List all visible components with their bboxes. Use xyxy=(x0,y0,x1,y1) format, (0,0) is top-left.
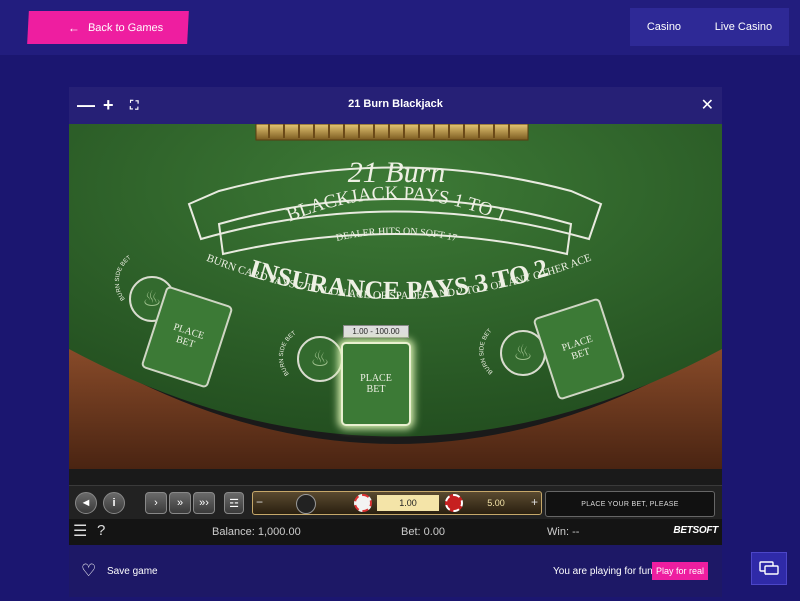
nav-link-casino[interactable]: Casino xyxy=(647,21,681,33)
speed-normal-button[interactable]: › xyxy=(145,492,167,514)
balance-display: Balance: 1,000.00 xyxy=(212,526,301,538)
menu-icon[interactable]: ☰ xyxy=(73,521,87,541)
chat-icon xyxy=(759,560,779,575)
game-title: 21 Burn Blackjack xyxy=(348,98,443,110)
speed-fast-button[interactable]: » xyxy=(169,492,191,514)
bet-label: Bet: xyxy=(401,526,421,538)
bet-limits-label: 1.00 - 100.00 xyxy=(343,325,409,338)
arrow-left-icon: ← xyxy=(67,20,81,35)
play-for-real-button[interactable]: Play for real xyxy=(652,562,708,580)
status-bar: ☰ ? Balance: 1,000.00 Bet: 0.00 Win: -- … xyxy=(69,519,722,545)
side-bet-label-right: BURN SIDE BET xyxy=(479,328,494,375)
place-bet-label-right: PLACE BET xyxy=(560,333,595,363)
info-button[interactable]: i xyxy=(103,492,125,514)
place-bet-label-center: PLACE BET xyxy=(360,373,392,395)
clear-icon: ☲ xyxy=(229,497,239,510)
increase-chip-button[interactable]: + xyxy=(531,495,538,509)
double-chevron-icon: » xyxy=(176,497,184,509)
place-bet-label-left: PLACE BET xyxy=(171,321,206,351)
balance-label: Balance: xyxy=(212,526,255,538)
dealer-hits-text: DEALER HITS ON SOFT 17 xyxy=(335,226,458,244)
top-navigation-bar: ← Back to Games Casino Live Casino xyxy=(0,0,800,55)
game-controls-bar: ◄ i › » »› ☲ − 1.00 5.00 + PLACE YOUR BE… xyxy=(69,485,722,520)
flame-icon: ♨ xyxy=(513,340,533,365)
win-display: Win: -- xyxy=(547,526,579,538)
game-message: PLACE YOUR BET, PLEASE xyxy=(545,491,715,517)
speed-fastest-button[interactable]: »› xyxy=(193,492,215,514)
heart-icon[interactable]: ♡ xyxy=(81,561,96,581)
speaker-icon: ◄ xyxy=(80,497,92,509)
game-footer: ♡ Save game You are playing for fun Play… xyxy=(69,545,722,597)
triple-chevron-icon: »› xyxy=(199,497,209,509)
back-to-games-button[interactable]: ← Back to Games xyxy=(27,11,189,44)
back-to-games-label: Back to Games xyxy=(87,21,164,34)
game-window-header: — + ⛶ 21 Burn Blackjack ✕ xyxy=(69,87,722,124)
help-icon[interactable]: ? xyxy=(97,522,105,539)
decrease-chip-button[interactable]: − xyxy=(256,495,263,509)
betsoft-logo: BETSOFT xyxy=(673,525,718,536)
info-icon: i xyxy=(112,497,116,509)
win-value: -- xyxy=(572,526,580,538)
sound-button[interactable]: ◄ xyxy=(75,492,97,514)
top-nav-links: Casino Live Casino xyxy=(630,8,789,46)
bet-value: 0.00 xyxy=(423,526,446,538)
close-icon[interactable]: ✕ xyxy=(701,95,714,115)
side-bet-spot-center[interactable]: ♨ xyxy=(297,336,343,382)
bet-display: Bet: 0.00 xyxy=(401,526,445,538)
balance-value: 1,000.00 xyxy=(257,526,301,538)
chip-selector: − 1.00 5.00 + xyxy=(252,491,542,515)
chip-icon-white[interactable] xyxy=(354,494,372,512)
game-window: — + ⛶ 21 Burn Blackjack ✕ 21 Burn BLACKJ… xyxy=(69,87,722,597)
side-bet-label-center: BURN SIDE BET xyxy=(279,330,298,376)
blackjack-table: 21 Burn BLACKJACK PAYS 1 TO 1 DEALER HIT… xyxy=(69,124,722,485)
playing-for-fun-text: You are playing for fun xyxy=(553,566,653,577)
total-value: 5.00 xyxy=(487,498,505,508)
win-label: Win: xyxy=(547,526,569,538)
chip-slot-empty[interactable] xyxy=(296,494,316,514)
bet-spot-center[interactable]: PLACE BET xyxy=(341,342,411,426)
nav-link-live-casino[interactable]: Live Casino xyxy=(715,21,772,33)
blackjack-pays-text: BLACKJACK PAYS 1 TO 1 xyxy=(284,183,510,226)
flame-icon: ♨ xyxy=(310,346,330,371)
chevron-right-icon: › xyxy=(154,497,158,509)
chip-icon-red[interactable] xyxy=(445,494,463,512)
chip-value: 1.00 xyxy=(377,495,439,511)
save-game-button[interactable]: Save game xyxy=(107,566,158,577)
clear-bets-button[interactable]: ☲ xyxy=(224,492,244,514)
chat-button[interactable] xyxy=(751,552,787,585)
